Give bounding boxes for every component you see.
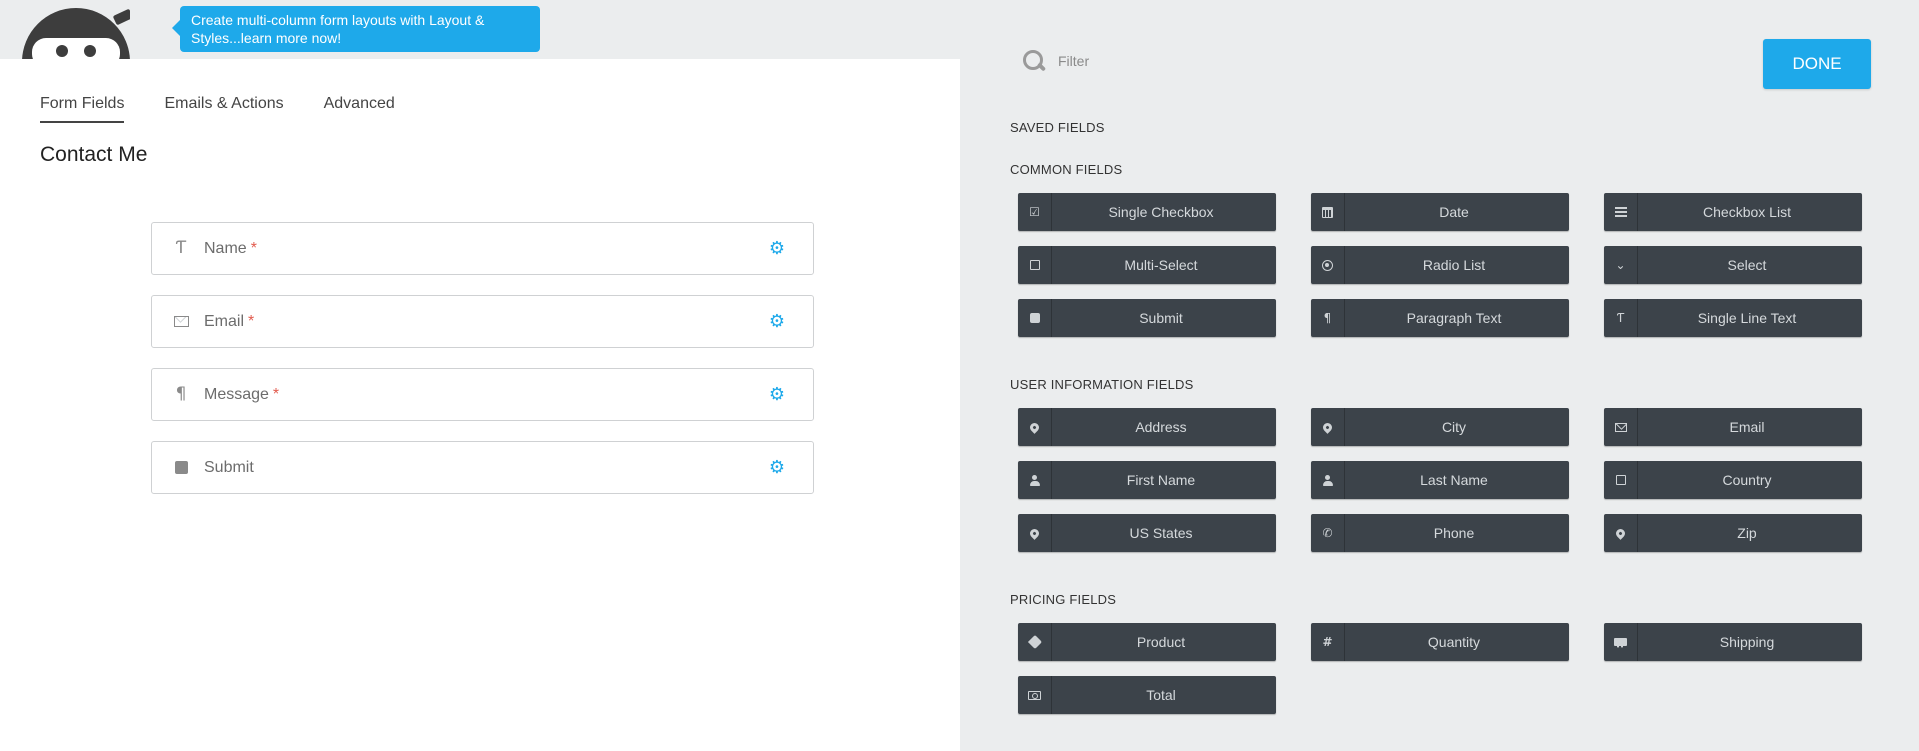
form-field-message[interactable]: ¶ Message * ⚙ xyxy=(151,368,814,421)
field-label: Message * xyxy=(204,385,280,403)
square-outline-icon xyxy=(1018,246,1052,284)
top-bar: Create multi-column form layouts with La… xyxy=(0,0,960,59)
section-common-fields[interactable]: COMMON FIELDS xyxy=(1010,162,1122,177)
gear-icon[interactable]: ⚙ xyxy=(767,458,787,478)
layout-promo-tooltip[interactable]: Create multi-column form layouts with La… xyxy=(172,6,540,52)
form-field-name[interactable]: Ƭ Name * ⚙ xyxy=(151,222,814,275)
text-cursor-icon: Ƭ xyxy=(175,238,187,258)
field-button-checkbox-list[interactable]: Checkbox List xyxy=(1604,193,1862,231)
paragraph-icon: ¶ xyxy=(1311,299,1345,337)
gear-icon[interactable]: ⚙ xyxy=(767,312,787,332)
field-button-first-name[interactable]: First Name xyxy=(1018,461,1276,499)
tab-form-fields[interactable]: Form Fields xyxy=(40,95,125,123)
builder-tabs: Form Fields Emails & Actions Advanced xyxy=(40,95,395,123)
section-user-information-fields[interactable]: USER INFORMATION FIELDS xyxy=(1010,377,1193,392)
square-filled-icon xyxy=(1018,299,1052,337)
field-label: Email * xyxy=(204,312,255,330)
field-drawer: DONE SAVED FIELDS COMMON FIELDS ☑ Single… xyxy=(960,0,1919,751)
tab-advanced[interactable]: Advanced xyxy=(324,95,395,123)
field-button-city[interactable]: City xyxy=(1311,408,1569,446)
square-outline-icon xyxy=(1604,461,1638,499)
field-button-multi-select[interactable]: Multi-Select xyxy=(1018,246,1276,284)
field-button-total[interactable]: Total xyxy=(1018,676,1276,714)
ninja-logo-icon[interactable] xyxy=(22,8,130,59)
field-label: Submit xyxy=(204,458,254,476)
field-button-paragraph-text[interactable]: ¶ Paragraph Text xyxy=(1311,299,1569,337)
map-pin-icon xyxy=(1018,408,1052,446)
envelope-icon xyxy=(172,313,190,331)
map-pin-icon xyxy=(1311,408,1345,446)
user-icon xyxy=(1018,461,1052,499)
field-button-us-states[interactable]: US States xyxy=(1018,514,1276,552)
phone-icon: ✆ xyxy=(1311,514,1345,552)
field-button-shipping[interactable]: Shipping xyxy=(1604,623,1862,661)
field-button-country[interactable]: Country xyxy=(1604,461,1862,499)
pricing-fields-grid: Product # Quantity Shipping Total xyxy=(1018,623,1862,714)
field-button-radio-list[interactable]: Radio List xyxy=(1311,246,1569,284)
tooltip-text: Create multi-column form layouts with La… xyxy=(191,12,485,46)
map-pin-icon xyxy=(1018,514,1052,552)
field-button-email[interactable]: Email xyxy=(1604,408,1862,446)
truck-icon xyxy=(1604,623,1638,661)
field-button-single-checkbox[interactable]: ☑ Single Checkbox xyxy=(1018,193,1276,231)
filter-bar xyxy=(1022,46,1322,76)
field-label: Name * xyxy=(204,239,257,257)
radio-icon xyxy=(1311,246,1345,284)
field-button-product[interactable]: Product xyxy=(1018,623,1276,661)
field-button-single-line-text[interactable]: Ƭ Single Line Text xyxy=(1604,299,1862,337)
paragraph-icon: ¶ xyxy=(175,384,187,404)
tab-emails-actions[interactable]: Emails & Actions xyxy=(164,95,283,123)
search-icon xyxy=(1022,49,1046,73)
money-icon xyxy=(1018,676,1052,714)
hash-icon: # xyxy=(1311,623,1345,661)
field-button-address[interactable]: Address xyxy=(1018,408,1276,446)
calendar-icon xyxy=(1311,193,1345,231)
user-fields-grid: Address City Email First Name Last Name … xyxy=(1018,408,1862,552)
field-button-submit[interactable]: Submit xyxy=(1018,299,1276,337)
gear-icon[interactable]: ⚙ xyxy=(767,239,787,259)
section-pricing-fields[interactable]: PRICING FIELDS xyxy=(1010,592,1116,607)
field-button-quantity[interactable]: # Quantity xyxy=(1311,623,1569,661)
filter-input[interactable] xyxy=(1058,53,1298,69)
form-field-submit[interactable]: Submit ⚙ xyxy=(151,441,814,494)
tag-icon xyxy=(1018,623,1052,661)
common-fields-grid: ☑ Single Checkbox Date Checkbox List Mul… xyxy=(1018,193,1862,337)
gear-icon[interactable]: ⚙ xyxy=(767,385,787,405)
form-field-list: Ƭ Name * ⚙ Email * ⚙ ¶ Message * ⚙ Submit ⚙ xyxy=(151,222,814,514)
field-button-select[interactable]: ⌄ Select xyxy=(1604,246,1862,284)
checkbox-checked-icon: ☑ xyxy=(1018,193,1052,231)
section-saved-fields[interactable]: SAVED FIELDS xyxy=(1010,120,1105,135)
form-title: Contact Me xyxy=(40,143,148,166)
user-icon xyxy=(1311,461,1345,499)
field-button-last-name[interactable]: Last Name xyxy=(1311,461,1569,499)
field-button-phone[interactable]: ✆ Phone xyxy=(1311,514,1569,552)
form-builder-panel: Form Fields Emails & Actions Advanced Co… xyxy=(0,59,960,751)
done-button[interactable]: DONE xyxy=(1763,39,1871,89)
field-button-date[interactable]: Date xyxy=(1311,193,1569,231)
field-button-zip[interactable]: Zip xyxy=(1604,514,1862,552)
text-cursor-icon: Ƭ xyxy=(1604,299,1638,337)
form-field-email[interactable]: Email * ⚙ xyxy=(151,295,814,348)
square-icon xyxy=(172,459,190,477)
map-pin-icon xyxy=(1604,514,1638,552)
list-icon xyxy=(1604,193,1638,231)
chevron-down-icon: ⌄ xyxy=(1604,246,1638,284)
envelope-icon xyxy=(1604,408,1638,446)
